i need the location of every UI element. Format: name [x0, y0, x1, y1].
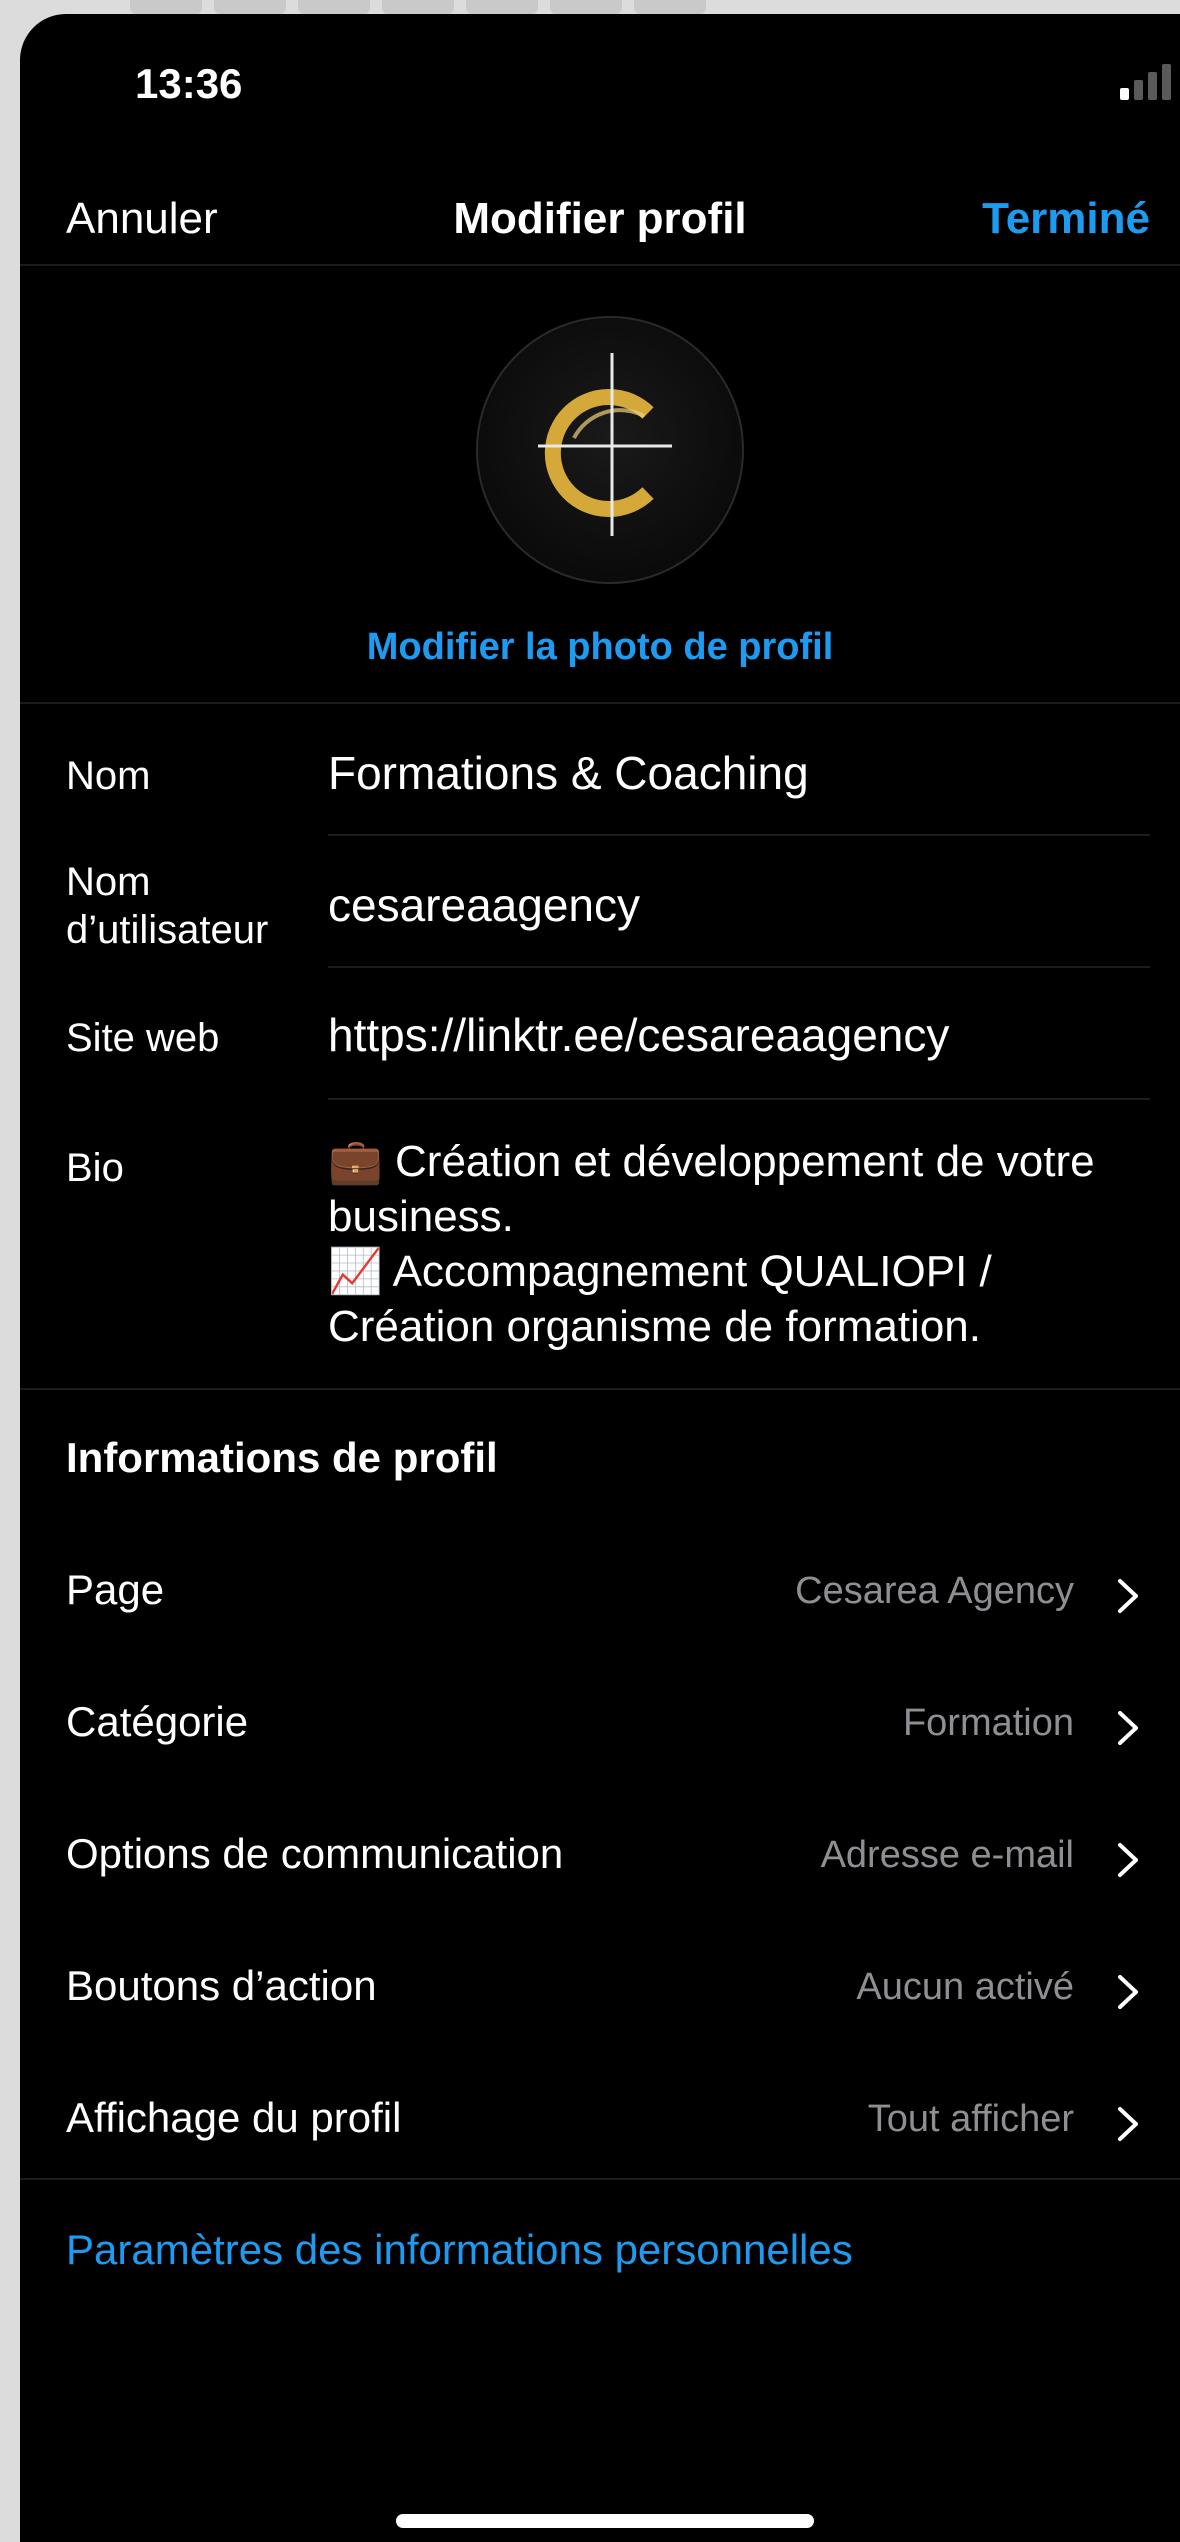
done-button[interactable]: Terminé [982, 194, 1150, 244]
status-time: 13:36 [135, 60, 243, 107]
profile-avatar[interactable] [476, 316, 744, 584]
website-field[interactable]: https://linktr.ee/cesareaagency [328, 1008, 949, 1062]
bio-field[interactable]: 💼 Création et développement de votre bus… [328, 1134, 1178, 1354]
username-label-line2: d’utilisateur [66, 908, 269, 952]
info-row-value: Cesarea Agency [795, 1570, 1074, 1612]
info-row-label: Catégorie [66, 1698, 249, 1745]
bio-line: business. [328, 1192, 514, 1241]
personal-info-settings-link[interactable]: Paramètres des informations personnelles [66, 2226, 853, 2274]
field-divider [328, 834, 1150, 836]
chevron-right-icon [1118, 1579, 1138, 1613]
backdrop-tab [550, 0, 622, 14]
website-label: Site web [66, 1016, 220, 1060]
info-row-profile-display[interactable]: Affichage du profil Tout afficher [20, 2072, 1180, 2172]
info-row-action-buttons[interactable]: Boutons d’action Aucun activé [20, 1940, 1180, 2040]
info-row-label: Page [66, 1566, 165, 1613]
bio-line: 💼 Création et développement de votre [328, 1137, 1095, 1186]
backdrop-tab [214, 0, 286, 14]
field-divider [328, 966, 1150, 968]
change-profile-photo-link[interactable]: Modifier la photo de profil [20, 626, 1180, 669]
info-row-value: Tout afficher [867, 2098, 1074, 2140]
username-label-line1: Nom [66, 860, 151, 904]
home-indicator[interactable] [396, 2514, 814, 2528]
avatar-divider [20, 702, 1180, 704]
bio-line: 📈 Accompagnement QUALIOPI / [328, 1247, 992, 1296]
backdrop-tab [634, 0, 706, 14]
profile-info-title: Informations de profil [66, 1434, 498, 1481]
username-label: Nom d’utilisateur [66, 858, 268, 954]
field-divider [328, 1098, 1150, 1100]
backdrop-tab [382, 0, 454, 14]
bio-line: Création organisme de formation. [328, 1302, 981, 1351]
info-row-label: Boutons d’action [66, 1962, 377, 2009]
chevron-right-icon [1118, 1711, 1138, 1745]
chevron-right-icon [1118, 1975, 1138, 2009]
nav-divider [20, 264, 1180, 266]
phone-screen: 13:36 Annuler Modifier profil Terminé Mo… [20, 14, 1180, 2542]
username-field[interactable]: cesareaagency [328, 878, 640, 932]
info-row-category[interactable]: Catégorie Formation [20, 1676, 1180, 1776]
cellular-signal-icon [1120, 64, 1176, 104]
backdrop-tab [298, 0, 370, 14]
bio-divider [20, 1388, 1180, 1390]
chevron-right-icon [1118, 1843, 1138, 1877]
info-row-value: Formation [902, 1702, 1074, 1744]
info-row-label: Affichage du profil [66, 2094, 402, 2141]
bio-label: Bio [66, 1146, 124, 1190]
info-row-value: Adresse e-mail [820, 1834, 1074, 1876]
chevron-right-icon [1118, 2107, 1138, 2141]
info-row-contact-options[interactable]: Options de communication Adresse e-mail [20, 1808, 1180, 1908]
info-row-label: Options de communication [66, 1830, 564, 1877]
info-row-value: Aucun activé [856, 1966, 1074, 2008]
brand-logo [538, 353, 672, 536]
backdrop-tab [466, 0, 538, 14]
backdrop-tab [130, 0, 202, 14]
name-field[interactable]: Formations & Coaching [328, 746, 809, 800]
info-divider [20, 2178, 1180, 2180]
name-label: Nom [66, 754, 151, 798]
info-row-page[interactable]: Page Cesarea Agency [20, 1544, 1180, 1644]
